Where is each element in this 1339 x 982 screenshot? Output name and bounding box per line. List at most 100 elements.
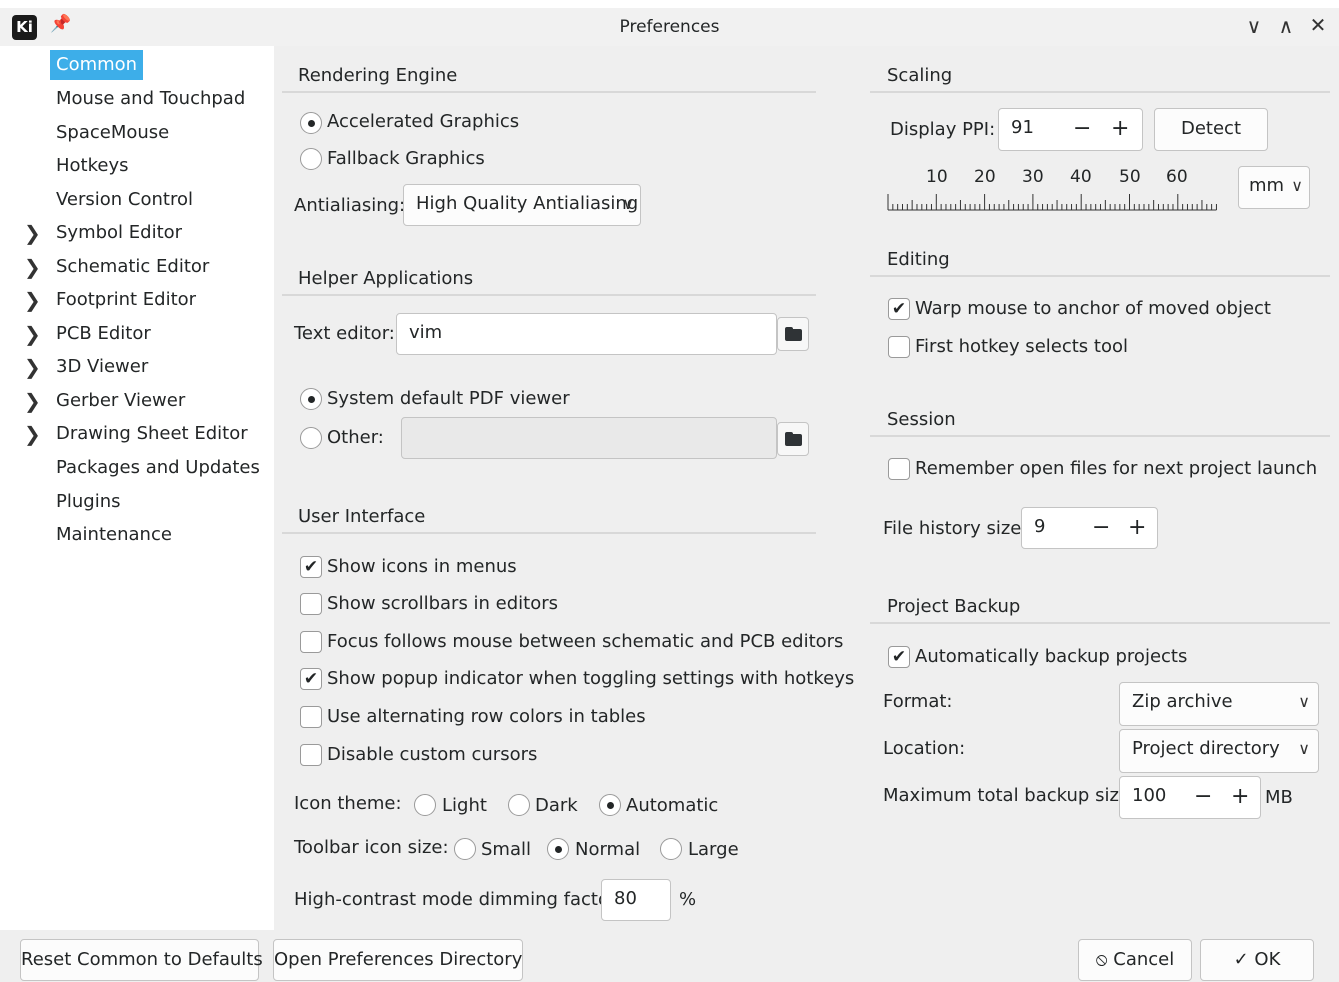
detect-button[interactable]: Detect — [1154, 108, 1268, 151]
dialog-button-bar: Reset Common to Defaults Open Preference… — [0, 930, 1339, 982]
expand-arrow-icon[interactable]: ❯ — [24, 352, 41, 382]
sidebar-item-pcb-editor[interactable]: PCB Editor — [50, 319, 157, 349]
title-bar: Ki 📌 Preferences ∨ ∧ ✕ — [0, 8, 1339, 46]
ruler-label: 40 — [1070, 167, 1092, 187]
alternating-row-colors-checkbox[interactable] — [300, 706, 322, 728]
icon-theme-light-radio[interactable] — [414, 794, 436, 816]
dimming-factor-label: High-contrast mode dimming factor: — [294, 889, 623, 910]
expand-arrow-icon[interactable]: ❯ — [24, 419, 41, 449]
cancel-button[interactable]: ⦸ Cancel — [1078, 939, 1192, 981]
preferences-sidebar: Common Mouse and Touchpad SpaceMouse Hot… — [6, 46, 274, 930]
dimming-factor-input[interactable]: 80 — [601, 879, 671, 921]
sidebar-item-footprint-editor[interactable]: Footprint Editor — [50, 285, 202, 315]
sidebar-item-plugins[interactable]: Plugins — [50, 487, 126, 517]
max-backup-size-label: Maximum total backup size: — [883, 785, 1137, 806]
file-history-size-value: 9 — [1034, 516, 1046, 537]
expand-arrow-icon[interactable]: ❯ — [24, 218, 41, 248]
icon-theme-dark-radio[interactable] — [508, 794, 530, 816]
toolbar-size-small-label: Small — [481, 839, 531, 860]
backup-format-select[interactable]: Zip archive ∨ — [1119, 682, 1319, 726]
focus-follows-mouse-checkbox[interactable] — [300, 631, 322, 653]
sidebar-item-common[interactable]: Common — [50, 50, 144, 80]
first-hotkey-checkbox[interactable] — [888, 336, 910, 358]
sidebar-item-version-control[interactable]: Version Control — [50, 185, 199, 215]
sidebar-item-symbol-editor[interactable]: Symbol Editor — [50, 218, 188, 248]
remember-open-files-checkbox[interactable] — [888, 458, 910, 480]
expand-arrow-icon[interactable]: ❯ — [24, 319, 41, 349]
fallback-graphics-radio[interactable] — [300, 148, 322, 170]
disable-custom-cursors-label: Disable custom cursors — [327, 744, 538, 765]
icon-theme-light-label: Light — [442, 795, 487, 816]
backup-location-select[interactable]: Project directory ∨ — [1119, 729, 1319, 773]
sidebar-item-3d-viewer[interactable]: 3D Viewer — [50, 352, 154, 382]
minimize-chevron-down-icon[interactable]: ∨ — [1242, 14, 1266, 38]
icon-theme-automatic-label: Automatic — [626, 795, 719, 816]
decrement-icon[interactable]: − — [1194, 778, 1212, 816]
max-backup-size-unit: MB — [1265, 787, 1293, 808]
toolbar-size-small-radio[interactable] — [454, 838, 476, 860]
other-pdf-viewer-input[interactable] — [401, 417, 777, 459]
maximize-chevron-up-icon[interactable]: ∧ — [1274, 14, 1298, 38]
focus-follows-mouse-label: Focus follows mouse between schematic an… — [327, 631, 844, 652]
first-hotkey-label: First hotkey selects tool — [915, 336, 1128, 357]
ruler-unit-value: mm — [1249, 175, 1285, 196]
show-scrollbars-label: Show scrollbars in editors — [327, 593, 559, 614]
remember-open-files-label: Remember open files for next project lau… — [915, 458, 1318, 479]
toolbar-size-normal-radio[interactable] — [547, 838, 569, 860]
warp-mouse-label: Warp mouse to anchor of moved object — [915, 298, 1271, 319]
show-icons-checkbox[interactable]: ✔ — [300, 556, 322, 578]
sidebar-item-drawing-sheet-editor[interactable]: Drawing Sheet Editor — [50, 419, 254, 449]
reset-defaults-button[interactable]: Reset Common to Defaults — [20, 939, 263, 981]
antialiasing-label: Antialiasing: — [294, 195, 406, 216]
sidebar-item-maintenance[interactable]: Maintenance — [50, 520, 178, 550]
cancel-label: Cancel — [1113, 949, 1175, 970]
expand-arrow-icon[interactable]: ❯ — [24, 386, 41, 416]
sidebar-item-packages-updates[interactable]: Packages and Updates — [50, 453, 266, 483]
backup-format-value: Zip archive — [1132, 691, 1233, 712]
icon-theme-automatic-radio[interactable] — [599, 794, 621, 816]
display-ppi-label: Display PPI: — [890, 119, 996, 140]
ok-icon: ✓ — [1233, 949, 1249, 970]
editing-divider — [870, 275, 1330, 277]
open-preferences-directory-button[interactable]: Open Preferences Directory — [273, 939, 523, 981]
folder-browse-icon[interactable] — [777, 317, 809, 351]
auto-backup-checkbox[interactable]: ✔ — [888, 646, 910, 668]
sidebar-item-mouse-touchpad[interactable]: Mouse and Touchpad — [50, 84, 251, 114]
accelerated-graphics-radio[interactable] — [300, 112, 322, 134]
max-backup-size-value: 100 — [1132, 785, 1167, 806]
alternating-row-colors-label: Use alternating row colors in tables — [327, 706, 646, 727]
close-icon[interactable]: ✕ — [1306, 13, 1330, 37]
antialiasing-select[interactable]: High Quality Antialiasing ∨ — [403, 184, 641, 226]
sidebar-item-gerber-viewer[interactable]: Gerber Viewer — [50, 386, 191, 416]
sidebar-item-spacemouse[interactable]: SpaceMouse — [50, 118, 175, 148]
ok-label: OK — [1254, 949, 1281, 970]
expand-arrow-icon[interactable]: ❯ — [24, 252, 41, 282]
increment-icon[interactable]: + — [1231, 778, 1249, 816]
other-pdf-viewer-radio[interactable] — [300, 427, 322, 449]
chevron-down-icon: ∨ — [1291, 176, 1303, 195]
show-popup-indicator-label: Show popup indicator when toggling setti… — [327, 668, 855, 689]
toolbar-size-large-radio[interactable] — [660, 838, 682, 860]
chevron-down-icon: ∨ — [1298, 692, 1310, 711]
decrement-icon[interactable]: − — [1073, 110, 1091, 148]
warp-mouse-checkbox[interactable]: ✔ — [888, 298, 910, 320]
ruler-unit-select[interactable]: mm ∨ — [1238, 166, 1310, 209]
sidebar-item-hotkeys[interactable]: Hotkeys — [50, 151, 135, 181]
show-popup-indicator-checkbox[interactable]: ✔ — [300, 668, 322, 690]
ok-button[interactable]: ✓ OK — [1200, 939, 1314, 981]
show-scrollbars-checkbox[interactable] — [300, 593, 322, 615]
folder-browse-icon[interactable] — [777, 422, 809, 456]
system-pdf-viewer-radio[interactable] — [300, 388, 322, 410]
decrement-icon[interactable]: − — [1092, 509, 1110, 547]
increment-icon[interactable]: + — [1111, 110, 1129, 148]
sidebar-item-schematic-editor[interactable]: Schematic Editor — [50, 252, 215, 282]
other-pdf-viewer-label: Other: — [327, 427, 384, 448]
increment-icon[interactable]: + — [1128, 509, 1146, 547]
text-editor-input[interactable]: vim — [396, 313, 777, 355]
antialiasing-value: High Quality Antialiasing — [416, 193, 639, 214]
expand-arrow-icon[interactable]: ❯ — [24, 285, 41, 315]
rendering-divider — [282, 91, 816, 93]
disable-custom-cursors-checkbox[interactable] — [300, 744, 322, 766]
helper-divider — [282, 294, 816, 296]
display-ppi-value: 91 — [1011, 117, 1034, 138]
